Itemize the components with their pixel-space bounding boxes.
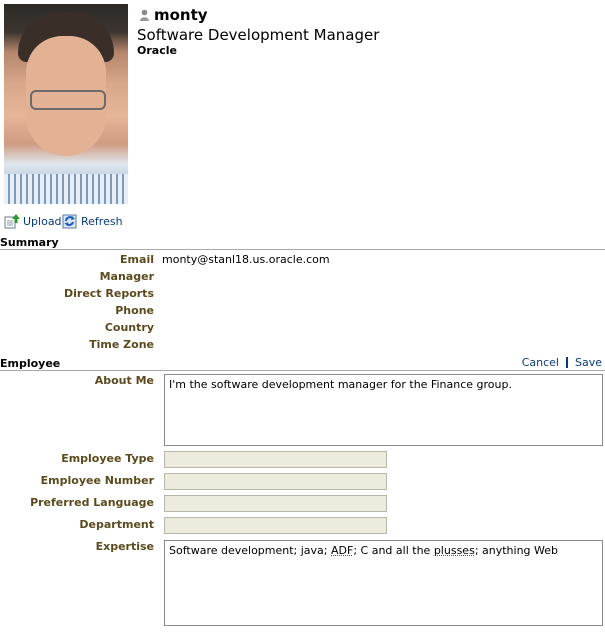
employee-type-label: Employee Type — [61, 452, 154, 465]
profile-name: monty — [154, 6, 208, 24]
save-link[interactable]: Save — [575, 356, 602, 369]
direct-reports-label: Direct Reports — [64, 287, 154, 300]
expertise-text-2: ; C and all the — [353, 544, 434, 557]
expertise-text-plusses: plusses — [433, 544, 475, 557]
country-label: Country — [104, 321, 154, 334]
profile-photo — [4, 4, 128, 204]
expertise-label: Expertise — [95, 540, 154, 553]
summary-divider — [0, 249, 605, 250]
profile-title: Software Development Manager — [137, 26, 380, 44]
photo-glasses — [30, 90, 106, 110]
expertise-text-1: Software development; java; — [169, 544, 332, 557]
summary-heading: Summary — [0, 236, 59, 249]
about-me-textarea[interactable]: I'm the software development manager for… — [164, 374, 603, 446]
expertise-text-3: ; anything Web — [474, 544, 559, 557]
employee-actions: Cancel Save — [522, 356, 602, 369]
upload-label: Upload — [23, 214, 62, 228]
manager-label: Manager — [99, 270, 154, 283]
cancel-link[interactable]: Cancel — [522, 356, 559, 369]
email-label: Email — [120, 253, 154, 266]
employee-type-field[interactable] — [164, 451, 387, 468]
refresh-button[interactable]: Refresh — [62, 213, 123, 229]
email-value: monty@stanl18.us.oracle.com — [162, 253, 330, 266]
refresh-icon — [62, 214, 77, 229]
department-label: Department — [79, 518, 154, 531]
time-zone-label: Time Zone — [89, 338, 154, 351]
employee-heading: Employee — [0, 357, 61, 370]
employee-number-label: Employee Number — [40, 474, 154, 487]
employee-number-field[interactable] — [164, 473, 387, 490]
profile-organization: Oracle — [137, 44, 177, 57]
about-me-label: About Me — [94, 374, 154, 387]
expertise-textarea[interactable]: Software development; java; ADF; C and a… — [164, 540, 603, 626]
about-me-text: I'm the software development manager for… — [169, 378, 512, 391]
refresh-label: Refresh — [81, 214, 123, 228]
employee-divider — [0, 370, 605, 371]
upload-button[interactable]: Upload — [4, 213, 62, 229]
phone-label: Phone — [115, 304, 154, 317]
user-presence-icon — [140, 9, 149, 21]
upload-icon — [4, 214, 20, 229]
actions-separator — [565, 357, 568, 368]
preferred-language-field[interactable] — [164, 495, 387, 512]
department-field[interactable] — [164, 517, 387, 534]
photo-shirt — [4, 174, 128, 204]
preferred-language-label: Preferred Language — [30, 496, 154, 509]
expertise-text-adf: ADF — [331, 544, 354, 557]
